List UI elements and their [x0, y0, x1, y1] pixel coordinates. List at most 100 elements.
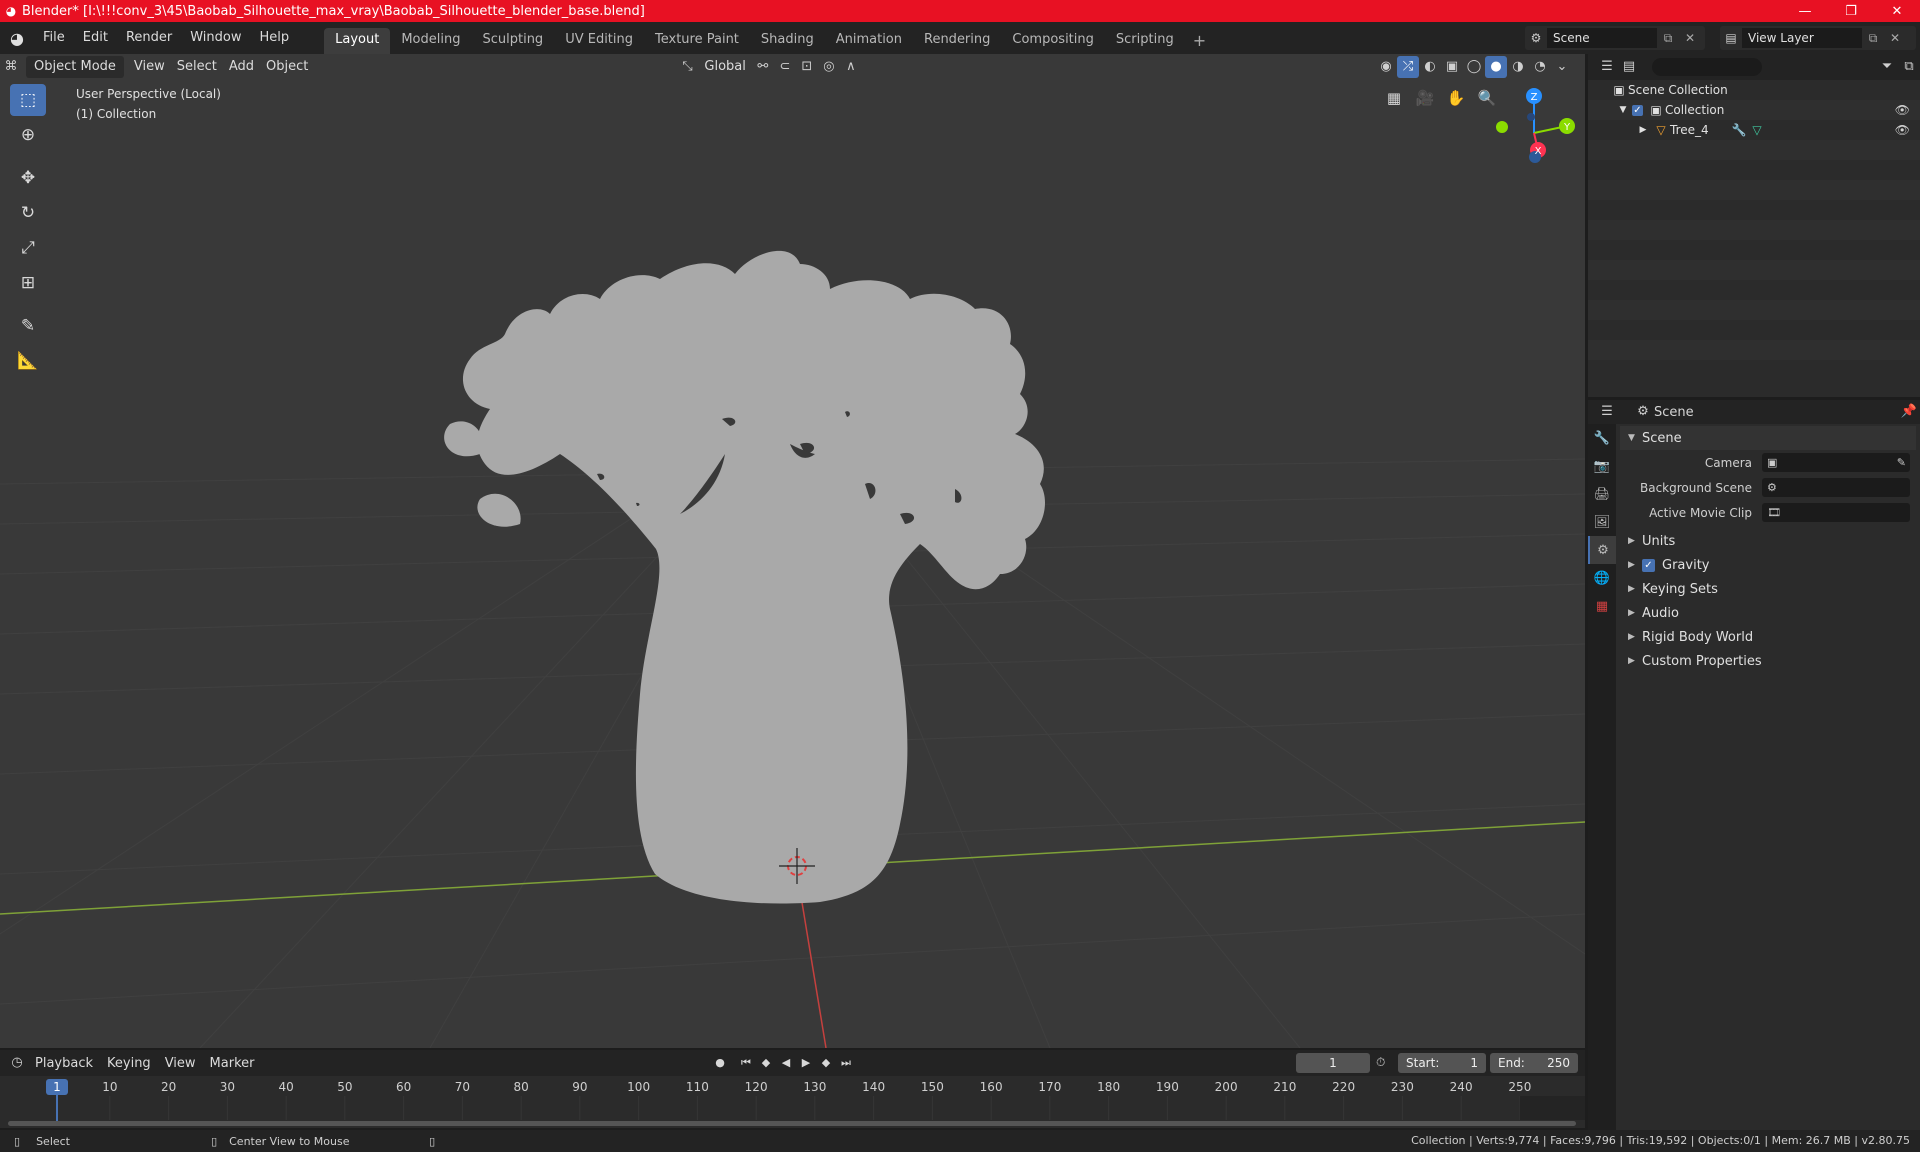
minimize-icon[interactable]: — — [1782, 0, 1828, 22]
transform-orientation-dropdown[interactable]: Global — [698, 56, 751, 78]
camera-view-icon[interactable]: 🎥 — [1411, 84, 1439, 112]
pan-view-icon[interactable]: ✋ — [1442, 84, 1470, 112]
viewport-menu-view[interactable]: View — [128, 56, 171, 78]
timeline-menu-playback[interactable]: Playback — [28, 1056, 100, 1071]
pivot-point-icon[interactable]: ⚯ — [752, 56, 774, 78]
gizmo-toggle-icon[interactable]: ⤮ — [1397, 56, 1419, 78]
remove-view-layer-icon[interactable]: ✕ — [1884, 31, 1906, 45]
move-tool-icon[interactable]: ✥ — [10, 162, 46, 194]
filter-icon[interactable]: ⏷ — [1876, 56, 1898, 78]
menu-help[interactable]: Help — [251, 26, 299, 50]
gravity-checkbox[interactable]: ✓ — [1642, 558, 1655, 572]
navigation-gizmo[interactable]: Z Y X — [1496, 88, 1575, 163]
blender-menu-icon[interactable]: ◕ — [0, 29, 34, 48]
preview-range-icon[interactable]: ⏱ — [1376, 1055, 1385, 1070]
close-icon[interactable]: ✕ — [1874, 0, 1920, 22]
outliner-row-scene-collection[interactable]: ▣ Scene Collection — [1588, 80, 1920, 100]
display-mode-icon[interactable]: ▤ — [1618, 56, 1640, 78]
menu-render[interactable]: Render — [117, 26, 181, 50]
3d-viewport[interactable]: Z Y X ⌘ Object Mode View Select Add Obje… — [0, 54, 1585, 1048]
timeline-scrollbar[interactable] — [8, 1121, 1576, 1126]
timeline-menu-marker[interactable]: Marker — [203, 1056, 262, 1071]
menu-file[interactable]: File — [34, 26, 74, 50]
add-workspace-button[interactable]: + — [1185, 28, 1214, 54]
eye-icon[interactable]: 👁 — [1895, 103, 1910, 117]
object-mode-dropdown[interactable]: Object Mode — [26, 56, 124, 78]
world-tab-icon[interactable]: 🌐 — [1588, 564, 1616, 592]
tab-uv-editing[interactable]: UV Editing — [554, 28, 644, 54]
solid-shading-icon[interactable]: ● — [1485, 56, 1507, 78]
audio-section-header[interactable]: ▶ Audio — [1620, 601, 1916, 625]
visibility-icon[interactable]: ◉ — [1375, 56, 1397, 78]
eye-icon[interactable]: 👁 — [1895, 123, 1910, 137]
new-scene-icon[interactable]: ⧉ — [1657, 31, 1679, 46]
record-icon[interactable]: ● — [710, 1053, 730, 1073]
start-frame-field[interactable]: Start: 1 — [1398, 1053, 1486, 1073]
active-movie-clip-select[interactable]: 🎞 — [1762, 503, 1910, 522]
prev-keyframe-icon[interactable]: ◆ — [756, 1053, 776, 1073]
jump-start-icon[interactable]: ⏮ — [736, 1053, 756, 1073]
xray-toggle-icon[interactable]: ▣ — [1441, 56, 1463, 78]
rendered-shading-icon[interactable]: ◔ — [1529, 56, 1551, 78]
next-keyframe-icon[interactable]: ◆ — [816, 1053, 836, 1073]
properties-editor-type-icon[interactable]: ☰ — [1596, 401, 1618, 423]
snap-icon[interactable]: ⊂ — [774, 56, 796, 78]
outliner-search-input[interactable] — [1652, 58, 1762, 76]
viewport-menu-select[interactable]: Select — [171, 56, 223, 78]
units-section-header[interactable]: ▶ Units — [1620, 529, 1916, 553]
exclude-checkbox[interactable]: ✓ — [1632, 104, 1643, 116]
tab-modeling[interactable]: Modeling — [390, 28, 471, 54]
background-scene-select[interactable]: ⚙ — [1762, 478, 1910, 497]
rigid-body-world-section-header[interactable]: ▶ Rigid Body World — [1620, 625, 1916, 649]
timeline-menu-keying[interactable]: Keying — [100, 1056, 158, 1071]
end-frame-field[interactable]: End: 250 — [1490, 1053, 1578, 1073]
tab-shading[interactable]: Shading — [750, 28, 825, 54]
current-frame-field[interactable]: 1 — [1296, 1053, 1370, 1073]
wireframe-shading-icon[interactable]: ◯ — [1463, 56, 1485, 78]
toggle-ortho-icon[interactable]: ▦ — [1380, 84, 1408, 112]
timeline-menu-view[interactable]: View — [158, 1056, 203, 1071]
tab-texture-paint[interactable]: Texture Paint — [644, 28, 750, 54]
outliner-editor-type-icon[interactable]: ☰ — [1596, 56, 1618, 78]
gravity-section-header[interactable]: ▶ ✓ Gravity — [1620, 553, 1916, 577]
tool-tab-icon[interactable]: 🔧 — [1588, 424, 1616, 452]
shading-options-icon[interactable]: ⌄ — [1551, 56, 1573, 78]
tab-scripting[interactable]: Scripting — [1105, 28, 1185, 54]
tab-animation[interactable]: Animation — [825, 28, 913, 54]
viewport-menu-object[interactable]: Object — [260, 56, 314, 78]
scene-section-header[interactable]: ▼ Scene — [1620, 426, 1916, 450]
zoom-view-icon[interactable]: 🔍 — [1473, 84, 1501, 112]
restore-icon[interactable]: ❐ — [1828, 0, 1874, 22]
select-box-tool-icon[interactable]: ⬚ — [10, 84, 46, 116]
rotate-tool-icon[interactable]: ↻ — [10, 197, 46, 229]
tab-compositing[interactable]: Compositing — [1001, 28, 1105, 54]
outliner-row-collection[interactable]: ▼ ✓ ▣ Collection 👁 — [1588, 100, 1920, 120]
snap-target-icon[interactable]: ⊡ — [796, 56, 818, 78]
transform-tool-icon[interactable]: ⊞ — [10, 267, 46, 299]
pin-icon[interactable]: 📌 — [1898, 401, 1920, 423]
custom-properties-section-header[interactable]: ▶ Custom Properties — [1620, 649, 1916, 673]
overlay-toggle-icon[interactable]: ◐ — [1419, 56, 1441, 78]
expand-arrow-icon[interactable]: ▶ — [1634, 125, 1652, 135]
timeline-ruler[interactable]: 1 10 20 30 40 50 60 70 80 90 100 110 120 130 140 150 160… — [0, 1076, 1585, 1128]
play-icon[interactable]: ▶ — [796, 1053, 816, 1073]
mesh-data-icon[interactable]: ▽ — [1748, 123, 1766, 137]
tab-sculpting[interactable]: Sculpting — [471, 28, 554, 54]
eyedropper-icon[interactable]: ✎ — [1897, 456, 1910, 469]
texture-tab-icon[interactable]: ▦ — [1588, 592, 1616, 620]
scale-tool-icon[interactable]: ⤢ — [10, 232, 46, 264]
editor-type-icon[interactable]: ⌘ — [0, 56, 22, 78]
play-reverse-icon[interactable]: ◀ — [776, 1053, 796, 1073]
menu-window[interactable]: Window — [181, 26, 250, 50]
remove-scene-icon[interactable]: ✕ — [1679, 31, 1701, 45]
outliner-row-tree[interactable]: ▶ ▽ Tree_4 🔧 ▽ 👁 — [1588, 120, 1920, 140]
scene-tab-icon[interactable]: ⚙ — [1588, 536, 1616, 564]
keying-sets-section-header[interactable]: ▶ Keying Sets — [1620, 577, 1916, 601]
scene-name-input[interactable] — [1547, 28, 1657, 48]
new-view-layer-icon[interactable]: ⧉ — [1862, 31, 1884, 46]
view-layer-input[interactable] — [1742, 28, 1862, 48]
tab-layout[interactable]: Layout — [324, 28, 391, 54]
tab-rendering[interactable]: Rendering — [913, 28, 1001, 54]
menu-edit[interactable]: Edit — [74, 26, 117, 50]
expand-arrow-icon[interactable]: ▼ — [1614, 105, 1632, 115]
